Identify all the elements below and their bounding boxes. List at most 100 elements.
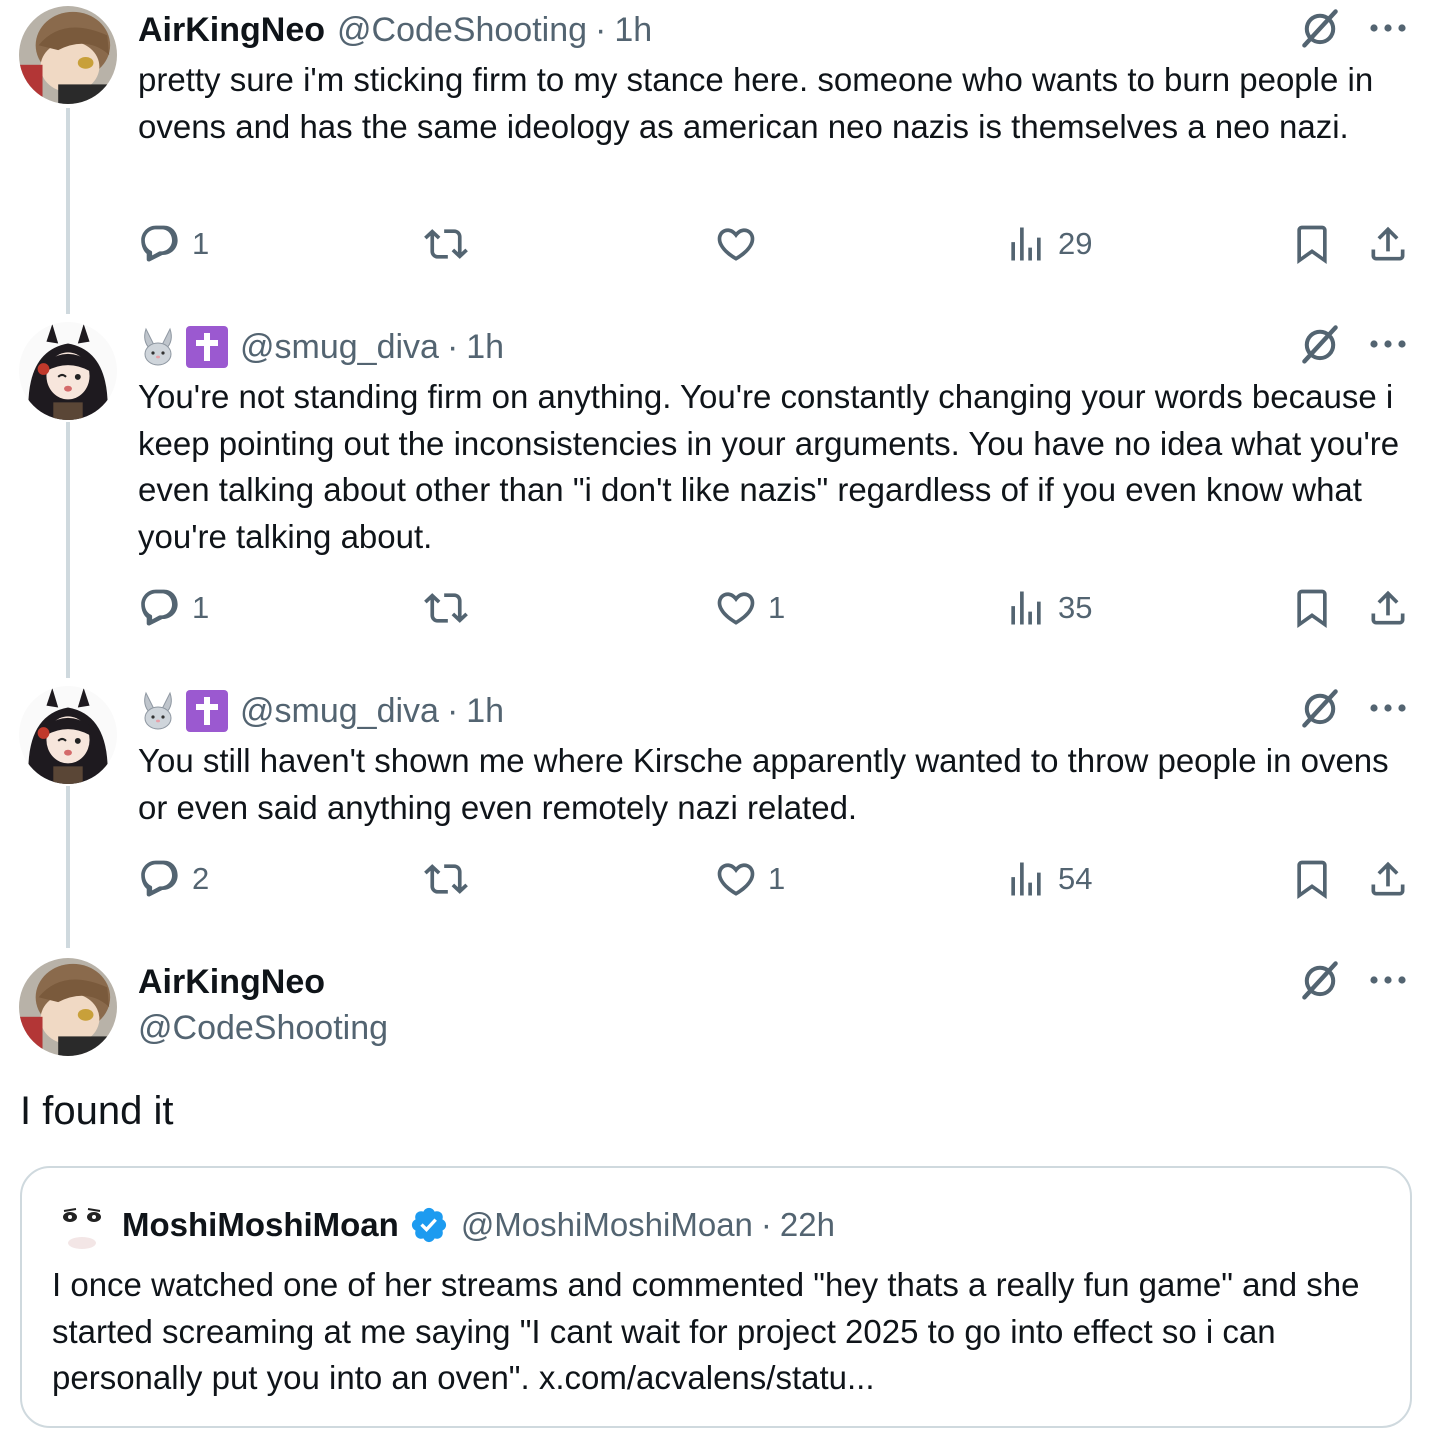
retweet-icon bbox=[424, 586, 468, 630]
retweet-icon bbox=[424, 857, 468, 901]
like-button[interactable]: 1 bbox=[714, 857, 785, 901]
reply-button[interactable]: 1 bbox=[138, 586, 209, 630]
bookmark-button[interactable] bbox=[1290, 222, 1334, 266]
like-icon bbox=[714, 222, 758, 266]
reply-button[interactable]: 1 bbox=[138, 222, 209, 266]
separator: · bbox=[446, 327, 459, 366]
reply-count: 1 bbox=[192, 590, 210, 625]
timestamp[interactable]: 1h bbox=[614, 11, 652, 50]
avatar[interactable] bbox=[19, 322, 117, 420]
share-button[interactable] bbox=[1366, 857, 1410, 901]
reply-button[interactable]: 2 bbox=[138, 857, 209, 901]
display-name: MoshiMoshiMoan bbox=[122, 1206, 399, 1243]
thread-line bbox=[66, 422, 70, 678]
more-icon[interactable] bbox=[1368, 23, 1408, 33]
tweet-actions: 1 1 35 bbox=[138, 586, 1418, 636]
cross-emoji-icon bbox=[186, 690, 228, 732]
view-count: 54 bbox=[1058, 861, 1093, 896]
views-icon bbox=[1004, 222, 1048, 266]
bunny-emoji-icon bbox=[138, 327, 178, 367]
handle[interactable]: @smug_diva bbox=[240, 692, 439, 731]
timestamp: 22h bbox=[779, 1206, 835, 1243]
share-icon bbox=[1366, 586, 1410, 630]
share-button[interactable] bbox=[1366, 222, 1410, 266]
like-button[interactable] bbox=[714, 222, 768, 266]
tweet-text: You still haven't shown me where Kirsche… bbox=[138, 742, 1389, 826]
tweet-text: pretty sure i'm sticking firm to my stan… bbox=[138, 61, 1374, 145]
share-icon bbox=[1366, 857, 1410, 901]
thread-line bbox=[66, 786, 70, 948]
views-button[interactable]: 54 bbox=[1004, 857, 1092, 901]
bookmark-button[interactable] bbox=[1290, 857, 1334, 901]
bookmark-icon bbox=[1290, 857, 1334, 901]
grok-icon[interactable] bbox=[1298, 686, 1342, 730]
retweet-button[interactable] bbox=[424, 857, 478, 901]
grok-icon[interactable] bbox=[1298, 322, 1342, 366]
handle: @MoshiMoshiMoan bbox=[460, 1206, 753, 1243]
handle[interactable]: @CodeShooting bbox=[337, 11, 587, 50]
like-icon bbox=[714, 586, 758, 630]
like-icon bbox=[714, 857, 758, 901]
bookmark-button[interactable] bbox=[1290, 586, 1334, 630]
tweet-header: @smug_diva · 1h bbox=[138, 326, 504, 368]
more-icon[interactable] bbox=[1368, 975, 1408, 985]
views-icon bbox=[1004, 857, 1048, 901]
tweet-top-icons bbox=[1298, 322, 1408, 366]
tweet-header: AirKingNeo @CodeShooting · 1h bbox=[138, 10, 652, 50]
separator: · bbox=[446, 691, 459, 730]
avatar bbox=[52, 1195, 112, 1255]
tweet-top-icons bbox=[1298, 686, 1408, 730]
reply-icon bbox=[138, 586, 182, 630]
avatar[interactable] bbox=[19, 958, 117, 1056]
tweet-actions: 2 1 54 bbox=[138, 857, 1418, 907]
thread-line bbox=[66, 108, 70, 314]
retweet-button[interactable] bbox=[424, 222, 478, 266]
grok-icon[interactable] bbox=[1298, 6, 1342, 50]
retweet-icon bbox=[424, 222, 468, 266]
tweet-header: @smug_diva · 1h bbox=[138, 690, 504, 732]
views-button[interactable]: 29 bbox=[1004, 222, 1092, 266]
reply-icon bbox=[138, 222, 182, 266]
bunny-emoji-icon bbox=[138, 691, 178, 731]
view-count: 29 bbox=[1058, 226, 1093, 261]
like-count: 1 bbox=[768, 590, 786, 625]
bookmark-icon bbox=[1290, 222, 1334, 266]
views-icon bbox=[1004, 586, 1048, 630]
timestamp[interactable]: 1h bbox=[466, 328, 504, 367]
quoted-tweet[interactable]: MoshiMoshiMoan @MoshiMoshiMoan · 22h I o… bbox=[20, 1166, 1412, 1428]
main-tweet-header: AirKingNeo @CodeShooting bbox=[138, 960, 388, 1050]
quoted-tweet-header: MoshiMoshiMoan @MoshiMoshiMoan · 22h bbox=[52, 1204, 835, 1246]
reply-count: 2 bbox=[192, 861, 210, 896]
more-icon[interactable] bbox=[1368, 703, 1408, 713]
bookmark-icon bbox=[1290, 586, 1334, 630]
reply-icon bbox=[138, 857, 182, 901]
view-count: 35 bbox=[1058, 590, 1093, 625]
timestamp[interactable]: 1h bbox=[466, 692, 504, 731]
cross-emoji-icon bbox=[186, 326, 228, 368]
handle[interactable]: @smug_diva bbox=[240, 328, 439, 367]
quoted-tweet-text: I once watched one of her streams and co… bbox=[52, 1266, 1360, 1396]
avatar[interactable] bbox=[19, 6, 117, 104]
share-icon bbox=[1366, 222, 1410, 266]
display-name-emojis[interactable] bbox=[138, 690, 228, 732]
retweet-button[interactable] bbox=[424, 586, 478, 630]
avatar[interactable] bbox=[19, 686, 117, 784]
like-button[interactable]: 1 bbox=[714, 586, 785, 630]
views-button[interactable]: 35 bbox=[1004, 586, 1092, 630]
like-count: 1 bbox=[768, 861, 786, 896]
tweet-top-icons bbox=[1298, 6, 1408, 50]
reply-count: 1 bbox=[192, 226, 210, 261]
share-button[interactable] bbox=[1366, 586, 1410, 630]
separator: · bbox=[760, 1206, 772, 1243]
verified-icon bbox=[409, 1205, 449, 1245]
tweet-text: You're not standing firm on anything. Yo… bbox=[138, 378, 1400, 555]
grok-icon[interactable] bbox=[1298, 958, 1342, 1002]
tweet-actions: 1 29 bbox=[138, 222, 1418, 272]
separator: · bbox=[595, 10, 607, 49]
display-name[interactable]: AirKingNeo bbox=[138, 960, 388, 1004]
handle[interactable]: @CodeShooting bbox=[138, 1006, 388, 1050]
display-name[interactable]: AirKingNeo bbox=[138, 11, 325, 50]
tweet-top-icons bbox=[1298, 958, 1408, 1002]
display-name-emojis[interactable] bbox=[138, 326, 228, 368]
more-icon[interactable] bbox=[1368, 339, 1408, 349]
